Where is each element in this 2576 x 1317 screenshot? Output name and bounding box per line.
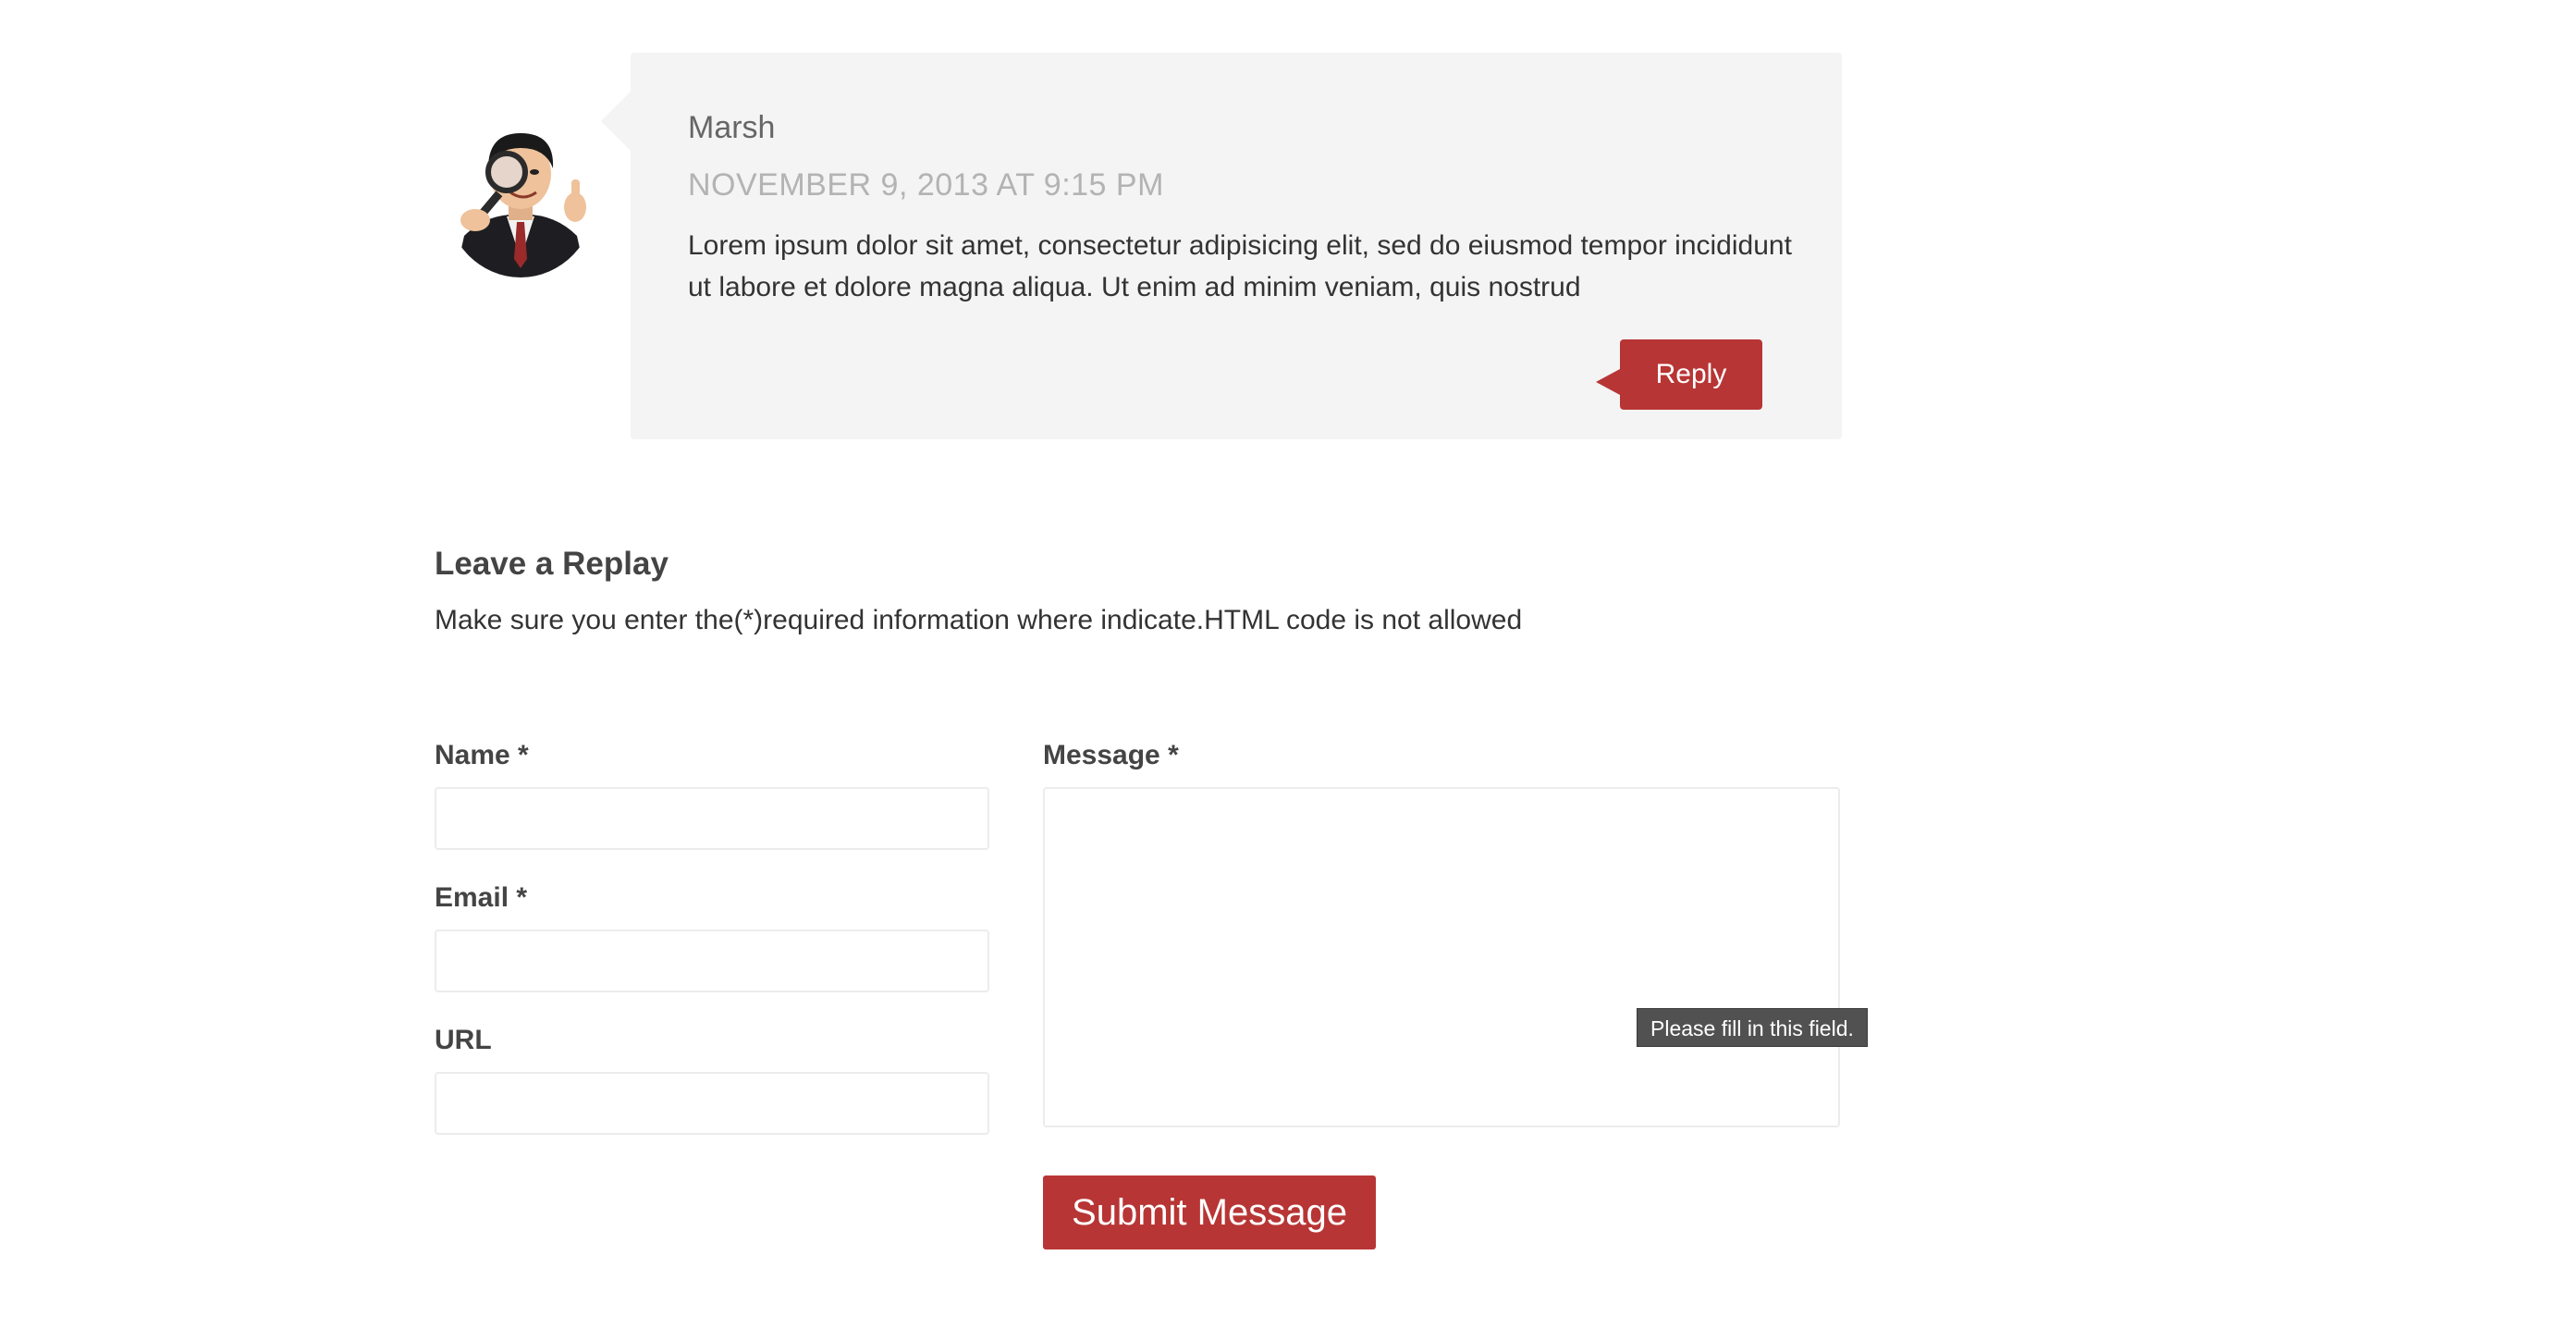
reply-button-pointer bbox=[1596, 369, 1620, 395]
comment-date: NOVEMBER 9, 2013 AT 9:15 PM bbox=[688, 167, 1164, 203]
form-instructions: Make sure you enter the(*)required infor… bbox=[435, 605, 1523, 635]
comment-bubble: Marsh NOVEMBER 9, 2013 AT 9:15 PM Lorem … bbox=[601, 53, 1842, 439]
name-label: Name * bbox=[435, 740, 529, 770]
person-with-magnifying-glass-icon bbox=[446, 120, 595, 277]
comment-author: Marsh bbox=[688, 110, 776, 145]
comment-bubble-pointer bbox=[601, 92, 631, 151]
url-label: URL bbox=[435, 1025, 492, 1055]
form-title: Leave a Replay bbox=[435, 546, 669, 582]
commenter-avatar bbox=[446, 120, 595, 277]
url-input[interactable] bbox=[435, 1072, 989, 1135]
email-label: Email * bbox=[435, 882, 528, 913]
name-input[interactable] bbox=[435, 787, 989, 850]
validation-tooltip: Please fill in this field. bbox=[1637, 1008, 1868, 1047]
message-label: Message * bbox=[1043, 740, 1179, 770]
reply-button-wrapper: Reply bbox=[1596, 339, 1762, 410]
submit-message-button[interactable]: Submit Message bbox=[1043, 1175, 1376, 1249]
reply-button[interactable]: Reply bbox=[1620, 339, 1762, 410]
email-input[interactable] bbox=[435, 929, 989, 992]
message-textarea[interactable] bbox=[1043, 787, 1840, 1127]
comment-text: Lorem ipsum dolor sit amet, consectetur … bbox=[688, 230, 1792, 302]
